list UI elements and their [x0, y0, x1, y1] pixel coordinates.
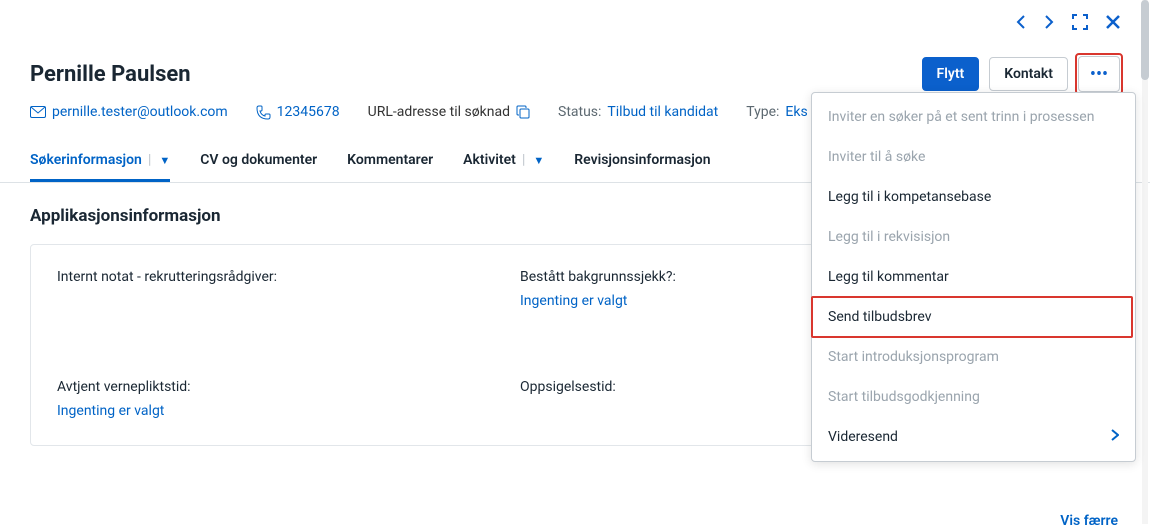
expand-icon[interactable]	[1072, 14, 1088, 30]
chevron-right-icon	[1111, 429, 1119, 445]
status-label: Status:	[558, 104, 601, 120]
move-button[interactable]: Flytt	[922, 57, 980, 91]
phone-value: 12345678	[277, 104, 340, 120]
chevron-down-icon[interactable]: ▼	[533, 154, 544, 167]
url-label: URL-adresse til søknad	[368, 104, 510, 120]
tab-comments[interactable]: Kommentarer	[347, 148, 433, 182]
tab-activity[interactable]: Aktivitet | ▼	[463, 148, 544, 182]
tab-applicant-info[interactable]: Søkerinformasjon | ▼	[30, 148, 170, 182]
menu-label: Videresend	[828, 429, 898, 445]
menu-invite-apply: Inviter til å søke	[812, 137, 1135, 177]
menu-start-onboarding: Start introduksjonsprogram	[812, 337, 1135, 377]
menu-add-competence[interactable]: Legg til i kompetansebase	[812, 177, 1135, 217]
type-item: Type: Eks	[746, 104, 807, 120]
ellipsis-icon: •••	[1090, 64, 1108, 85]
more-actions-button[interactable]: •••	[1078, 56, 1120, 92]
mail-icon	[30, 106, 46, 118]
prev-icon[interactable]	[1016, 15, 1026, 29]
status-value[interactable]: Tilbud til kandidat	[607, 104, 718, 120]
tab-cv-docs[interactable]: CV og dokumenter	[200, 148, 317, 182]
menu-add-comment[interactable]: Legg til kommentar	[812, 257, 1135, 297]
close-icon[interactable]	[1106, 15, 1120, 29]
menu-add-requisition: Legg til i rekvisisjon	[812, 217, 1135, 257]
tab-label: Aktivitet	[463, 152, 516, 168]
email-value: pernille.tester@outlook.com	[52, 104, 228, 120]
url-item[interactable]: URL-adresse til søknad	[368, 104, 530, 120]
phone-icon	[256, 105, 271, 120]
menu-forward[interactable]: Videresend	[812, 417, 1135, 457]
note-label: Internt notat - rekrutteringsrådgiver:	[57, 269, 500, 285]
scrollbar-thumb[interactable]	[1141, 0, 1149, 80]
service-label: Avtjent vernepliktstid:	[57, 379, 500, 395]
copy-icon	[516, 105, 530, 119]
more-actions-menu: Inviter en søker på et sent trinn i pros…	[811, 92, 1136, 462]
menu-invite-late-stage: Inviter en søker på et sent trinn i pros…	[812, 97, 1135, 137]
service-value[interactable]: Ingenting er valgt	[57, 403, 500, 419]
type-value[interactable]: Eks	[785, 104, 807, 120]
next-icon[interactable]	[1044, 15, 1054, 29]
tab-label: Søkerinformasjon	[30, 152, 142, 168]
chevron-down-icon[interactable]: ▼	[159, 154, 170, 167]
phone-item[interactable]: 12345678	[256, 104, 340, 120]
contact-button[interactable]: Kontakt	[989, 57, 1068, 91]
menu-send-offer[interactable]: Send tilbudsbrev	[812, 297, 1135, 337]
type-label: Type:	[746, 104, 779, 120]
divider: |	[522, 152, 526, 168]
divider: |	[148, 152, 152, 168]
tab-revision[interactable]: Revisjonsinformasjon	[574, 148, 710, 182]
status-item: Status: Tilbud til kandidat	[558, 104, 718, 120]
email-item[interactable]: pernille.tester@outlook.com	[30, 104, 228, 120]
menu-start-approval: Start tilbudsgodkjenning	[812, 377, 1135, 417]
page-title: Pernille Paulsen	[30, 62, 191, 87]
menu-label: Send tilbudsbrev	[828, 309, 932, 325]
show-less-link[interactable]: Vis færre	[1060, 513, 1118, 529]
